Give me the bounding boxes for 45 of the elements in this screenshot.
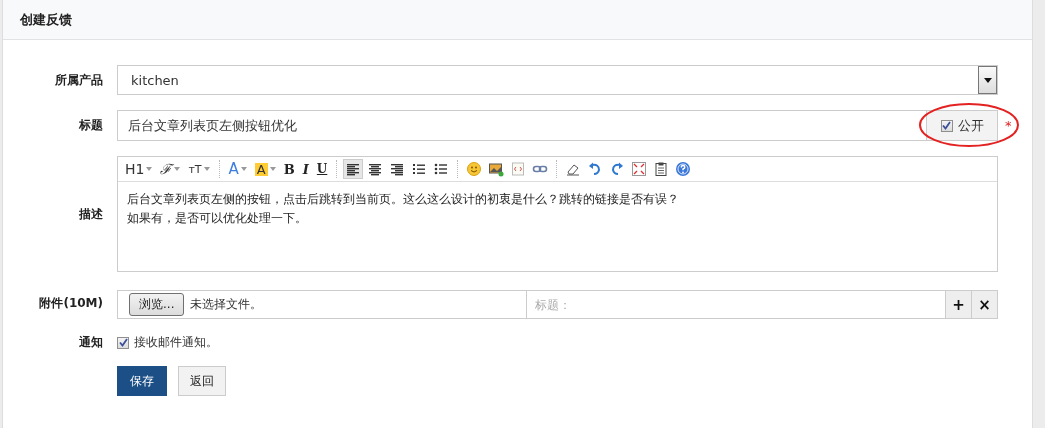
field-label: 标题 xyxy=(79,117,103,134)
align-left-icon[interactable] xyxy=(345,161,362,177)
help-icon[interactable] xyxy=(675,161,692,177)
font-size-button[interactable]: тT xyxy=(185,159,213,179)
add-button[interactable]: + xyxy=(946,290,972,319)
field-label: 描述 xyxy=(79,205,103,223)
back-button[interactable]: 返回 xyxy=(178,366,226,396)
numbered-list-icon[interactable] xyxy=(411,161,428,177)
notify-label: 接收邮件通知。 xyxy=(134,334,218,351)
caret-icon xyxy=(269,167,276,171)
bullet-list-icon[interactable] xyxy=(433,161,450,177)
field-label: 所属产品 xyxy=(55,71,103,89)
font-family-button[interactable]: ℱ xyxy=(157,159,184,179)
title-field[interactable]: 后台文章列表页左侧按钮优化 公开 xyxy=(117,110,998,141)
align-center-icon[interactable] xyxy=(367,161,384,177)
public-label: 公开 xyxy=(957,116,984,135)
caret-icon xyxy=(203,167,210,171)
smiley-icon[interactable] xyxy=(466,161,483,177)
font-color-button[interactable]: A xyxy=(225,159,250,179)
image-icon[interactable] xyxy=(488,161,505,177)
heading-button[interactable]: H1 xyxy=(122,159,156,179)
clipboard-icon[interactable] xyxy=(653,161,670,177)
bold-button[interactable]: B xyxy=(280,159,298,179)
public-checkbox[interactable] xyxy=(940,119,953,132)
italic-button[interactable]: I xyxy=(299,159,312,179)
caret-icon xyxy=(240,167,247,171)
highlight-color-button[interactable]: A xyxy=(251,159,279,179)
description-editor[interactable]: 后台文章列表页左侧的按钮，点击后跳转到当前页。这么这么设计的初衷是什么？跳转的链接是否有误？ 如果有，是否可以优化处理一下。 xyxy=(118,182,997,236)
save-button[interactable]: 保存 xyxy=(117,366,167,396)
product-select[interactable]: kitchen xyxy=(117,65,998,95)
browse-button[interactable]: 浏览... xyxy=(129,293,185,316)
caret-icon xyxy=(146,167,153,171)
underline-button[interactable]: U xyxy=(313,159,331,179)
fullscreen-icon[interactable] xyxy=(631,161,648,177)
field-label: 通知 xyxy=(79,334,103,351)
required-mark: * xyxy=(1005,118,1012,133)
panel-title: 创建反馈 xyxy=(20,10,72,29)
attachment-title-field[interactable]: 标题： xyxy=(526,290,946,319)
file-status: 未选择文件。 xyxy=(190,296,263,313)
remove-button[interactable]: × xyxy=(972,290,998,319)
caret-icon xyxy=(174,167,181,171)
field-label: 附件(10M) xyxy=(39,294,103,312)
align-right-icon[interactable] xyxy=(389,161,406,177)
dropdown-arrow-icon xyxy=(983,77,992,83)
notify-checkbox[interactable] xyxy=(117,336,129,349)
